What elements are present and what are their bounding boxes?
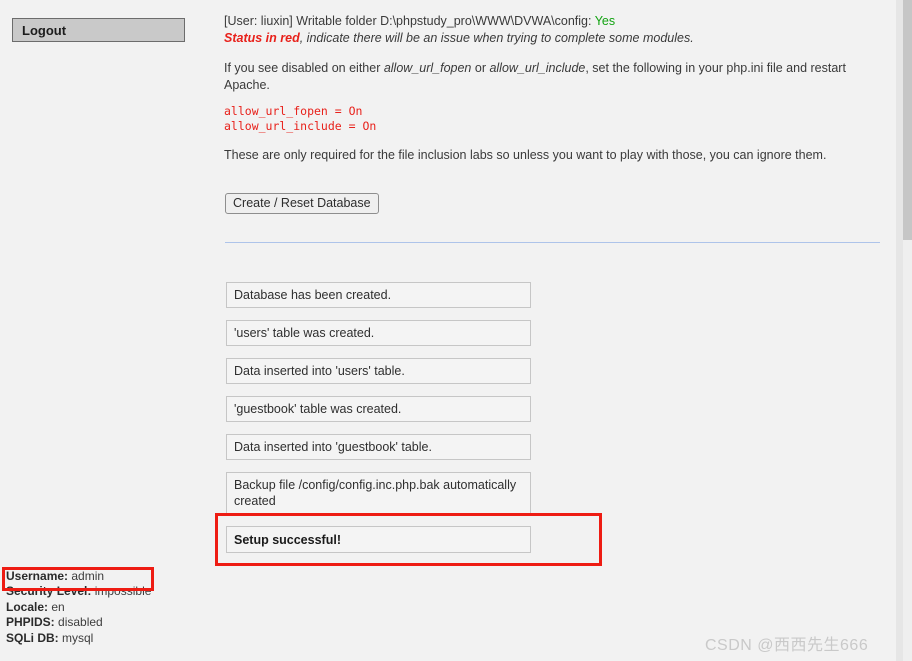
- allow-url-text-1: If you see disabled on either: [224, 61, 384, 75]
- info-value-locale: en: [51, 599, 65, 614]
- message-item: 'guestbook' table was created.: [226, 396, 531, 422]
- info-label-security-level: Security Level:: [6, 584, 92, 599]
- vertical-scrollbar[interactable]: [896, 0, 912, 661]
- info-row-security-level: Security Level: impossible: [6, 584, 196, 599]
- allow-url-text-2: or: [471, 61, 490, 75]
- info-value-phpids: disabled: [58, 615, 103, 630]
- message-item: Database has been created.: [226, 282, 531, 308]
- setup-message-list: Database has been created. 'users' table…: [226, 282, 531, 565]
- info-label-username: Username:: [6, 569, 69, 583]
- main-content: [User: liuxin] Writable folder D:\phpstu…: [200, 0, 896, 661]
- info-row-sqli-db: SQLi DB: mysql: [6, 631, 196, 646]
- status-in-red-label: Status in red: [224, 30, 300, 45]
- code-line-allow-url-fopen: allow_url_fopen = On: [224, 104, 363, 118]
- allow-url-instructions: If you see disabled on either allow_url_…: [224, 60, 886, 93]
- scrollbar-thumb[interactable]: [903, 0, 912, 240]
- code-line-allow-url-include: allow_url_include = On: [224, 119, 377, 133]
- writable-folder-text: [User: liuxin] Writable folder D:\phpstu…: [224, 14, 595, 28]
- info-label-sqli-db: SQLi DB:: [6, 630, 59, 645]
- status-in-red-description: , indicate there will be an issue when t…: [299, 30, 694, 45]
- scrollbar-track-gap: [896, 0, 903, 661]
- message-item: Data inserted into 'users' table.: [226, 358, 531, 384]
- sidebar-user-info: Username: admin Security Level: impossib…: [6, 569, 196, 646]
- info-value-sqli-db: mysql: [62, 630, 94, 645]
- file-inclusion-note: These are only required for the file inc…: [224, 148, 827, 162]
- watermark-text: CSDN @西西先生666: [705, 637, 869, 654]
- allow-url-include-em: allow_url_include: [489, 61, 586, 75]
- page-root: Logout Username: admin Security Level: i…: [0, 0, 912, 661]
- info-label-phpids: PHPIDS:: [6, 615, 55, 630]
- message-item-setup-successful: Setup successful!: [226, 526, 531, 553]
- info-value-security-level: impossible: [94, 584, 152, 599]
- allow-url-fopen-em: allow_url_fopen: [383, 61, 472, 75]
- message-item-backup-file: Backup file /config/config.inc.php.bak a…: [226, 472, 531, 514]
- php-ini-code-block: allow_url_fopen = On allow_url_include =…: [224, 104, 376, 134]
- info-row-locale: Locale: en: [6, 600, 196, 615]
- info-label-locale: Locale:: [6, 599, 49, 614]
- sidebar: Logout Username: admin Security Level: i…: [0, 0, 200, 661]
- message-item: 'users' table was created.: [226, 320, 531, 346]
- info-value-username: admin: [71, 569, 105, 583]
- writable-folder-status-line: [User: liuxin] Writable folder D:\phpstu…: [224, 13, 884, 46]
- info-row-username: Username: admin: [6, 569, 196, 584]
- logout-button[interactable]: Logout: [12, 18, 185, 42]
- message-item: Data inserted into 'guestbook' table.: [226, 434, 531, 460]
- create-reset-database-button[interactable]: Create / Reset Database: [225, 193, 379, 214]
- section-divider: [225, 242, 880, 243]
- info-row-phpids: PHPIDS: disabled: [6, 615, 196, 630]
- writable-folder-status-value: Yes: [594, 14, 616, 28]
